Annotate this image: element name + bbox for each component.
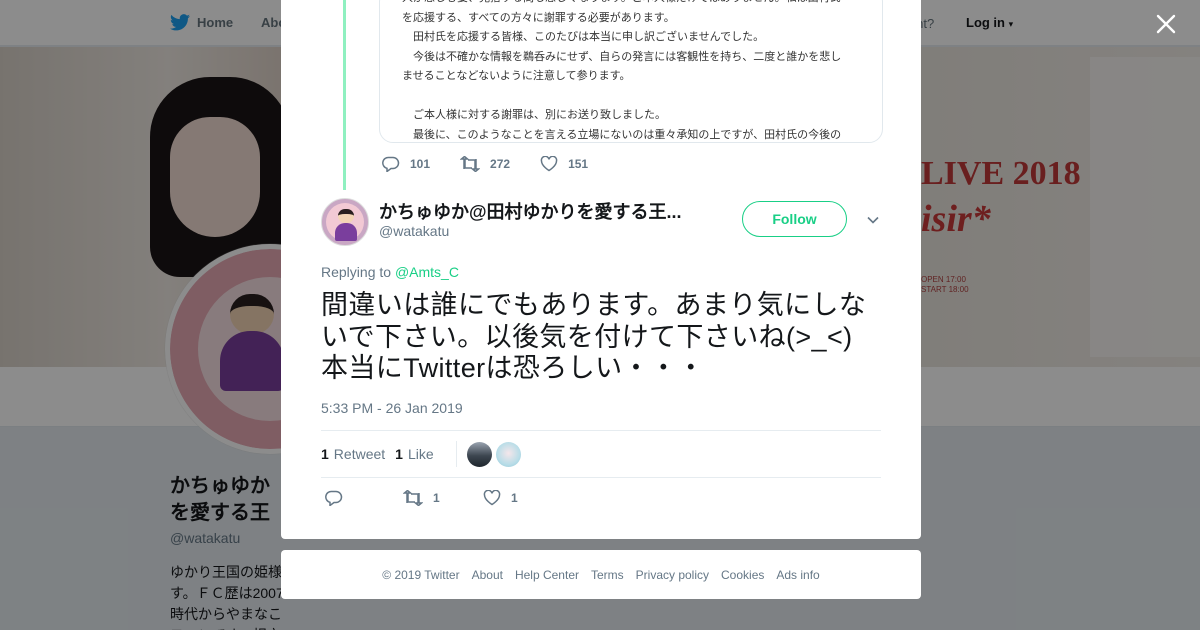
chevron-down-icon[interactable] — [865, 212, 881, 228]
tweet-actions: 1 1 — [325, 490, 518, 506]
footer-copyright: © 2019 Twitter — [382, 567, 460, 582]
reply-icon — [325, 490, 343, 506]
footer-link-cookies[interactable]: Cookies — [721, 568, 764, 582]
replying-to-line: Replying to @Amts_C — [321, 264, 459, 280]
quote-text-line: 今後は不確かな情報を鵜呑みにせず、自らの発言には客観性を持ち、二度と誰かを悲し — [402, 50, 842, 63]
retweet-count: 1 — [433, 491, 440, 505]
tweet-timestamp[interactable]: 5:33 PM - 26 Jan 2019 — [321, 400, 463, 416]
quote-text-line: を応援する、すべての方々に謝罪する必要があります。 — [402, 11, 675, 24]
liker-avatars — [455, 441, 521, 467]
like-stat[interactable]: 1 Like — [395, 446, 433, 462]
tweet-text: 間違いは誰にでもあります。あまり気にしないで下さい。以後気を付けて下さいね(>_… — [321, 290, 867, 383]
parent-tweet-image-text: 人が悲しむ姿、見捨する問も悲しくなります。ご本人様だけではありません。私は田村氏… — [402, 0, 872, 142]
replying-to-label: Replying to — [321, 264, 392, 280]
parent-retweet-count: 272 — [490, 157, 511, 171]
liker-avatar[interactable] — [466, 441, 492, 467]
author-avatar[interactable] — [321, 198, 369, 246]
tweet-permalink-modal: 人が悲しむ姿、見捨する問も悲しくなります。ご本人様だけではありません。私は田村氏… — [281, 0, 921, 539]
like-action[interactable]: 1 — [483, 490, 518, 506]
quote-text-line: ご本人様に対する謝罪は、別にお送り致しました。 — [402, 109, 666, 121]
parent-like-count: 151 — [568, 157, 589, 171]
footer-link-help-center[interactable]: Help Center — [515, 568, 579, 582]
retweet-action[interactable]: 1 — [403, 490, 483, 506]
parent-retweet-action[interactable]: 272 — [460, 156, 510, 172]
parent-reply-action[interactable]: 101 — [382, 156, 430, 172]
heart-icon — [540, 156, 558, 172]
footer-link-about[interactable]: About — [472, 568, 503, 582]
like-count: 1 — [511, 491, 518, 505]
quote-text-line: 人が悲しむ姿、見捨する問も悲しくなります。ご本人様だけではありません。私は田村氏 — [402, 0, 872, 9]
follow-button[interactable]: Follow — [742, 201, 847, 237]
like-stat-count: 1 — [395, 446, 403, 462]
author-name[interactable]: かちゅゆか@田村ゆかりを愛する王... — [379, 198, 689, 224]
thread-connector-line — [343, 0, 346, 190]
quote-text-line: 最後に、このようなことを言える立場にないのは重々承知の上ですが、田村氏の今後の — [402, 128, 842, 141]
parent-tweet-image-card[interactable]: 人が悲しむ姿、見捨する問も悲しくなります。ご本人様だけではありません。私は田村氏… — [379, 0, 883, 143]
tweet-stats: 1 Retweet 1 Like — [321, 430, 881, 478]
retweet-stat-label: Retweet — [333, 446, 386, 462]
retweet-stat-count: 1 — [321, 446, 329, 462]
quote-text-line: 田村氏を応援する皆様、このたびは本当に申し訳ございませんでした。 — [402, 31, 765, 43]
replying-to-handle-link[interactable]: @Amts_C — [395, 264, 459, 280]
parent-tweet-actions: 101 272 151 — [382, 156, 618, 172]
reply-icon — [382, 156, 400, 172]
reply-action[interactable] — [325, 490, 403, 506]
author-avatar-head — [338, 209, 354, 223]
like-stat-label: Like — [407, 446, 434, 462]
quote-text-line: ませることなどないように注意して参ります。 — [402, 70, 631, 82]
footer-link-terms[interactable]: Terms — [591, 568, 624, 582]
modal-footer: © 2019 Twitter About Help Center Terms P… — [281, 550, 921, 599]
author-handle[interactable]: @watakatu — [379, 223, 449, 239]
footer-link-ads-info[interactable]: Ads info — [776, 568, 819, 582]
retweet-stat[interactable]: 1 Retweet — [321, 446, 385, 462]
quote-text-line — [402, 87, 872, 107]
retweet-icon — [460, 156, 481, 172]
liker-avatar[interactable] — [495, 441, 521, 467]
retweet-icon — [403, 490, 423, 506]
heart-icon — [483, 490, 501, 506]
parent-reply-count: 101 — [410, 157, 431, 171]
footer-link-privacy-policy[interactable]: Privacy policy — [636, 568, 709, 582]
author-avatar-body — [335, 223, 357, 241]
parent-like-action[interactable]: 151 — [540, 156, 588, 172]
close-icon[interactable] — [1152, 10, 1180, 38]
